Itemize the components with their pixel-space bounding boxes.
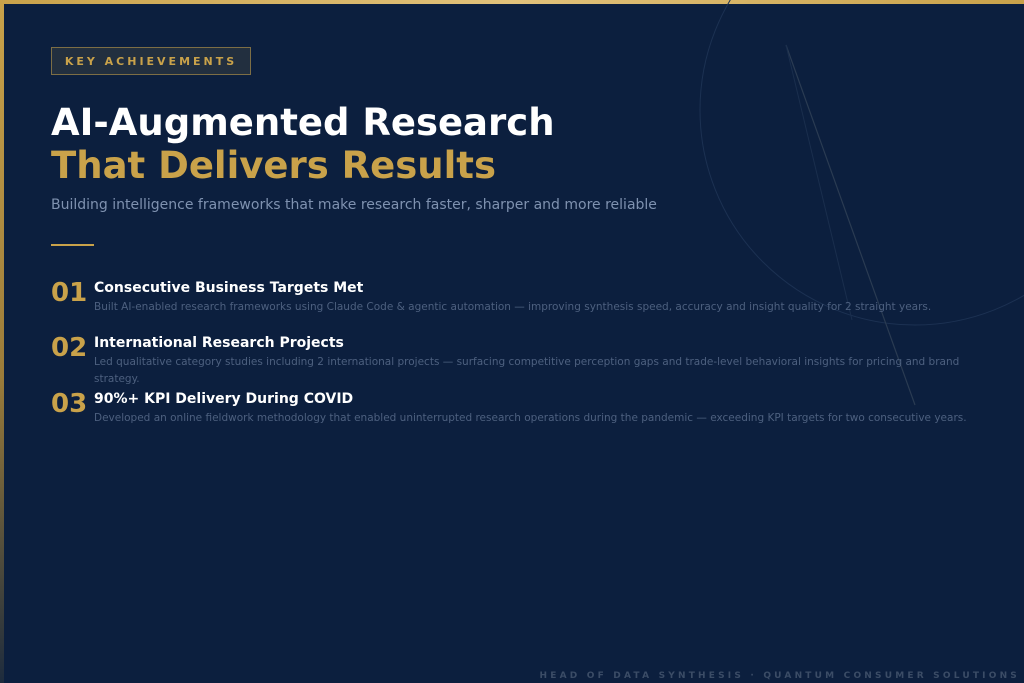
page-title-line-2: That Delivers Results <box>51 144 496 187</box>
achievement-title: International Research Projects <box>94 335 344 351</box>
page-title-line-1: AI-Augmented Research <box>51 101 555 144</box>
achievement-number: 01 <box>51 278 88 308</box>
gold-divider <box>51 244 94 246</box>
top-accent-bar <box>0 0 1024 4</box>
achievement-title: Consecutive Business Targets Met <box>94 280 364 296</box>
achievement-number: 02 <box>51 333 88 363</box>
achievement-title: 90%+ KPI Delivery During COVID <box>94 391 354 407</box>
achievement-description: Led qualitative category studies includi… <box>94 356 960 385</box>
achievement-number: 03 <box>51 389 88 419</box>
footer-caption: HEAD OF DATA SYNTHESIS · QUANTUM CONSUME… <box>539 671 1020 681</box>
achievement-description: Developed an online fieldwork methodolog… <box>94 412 967 424</box>
achievement-description: Built AI-enabled research frameworks usi… <box>94 301 932 313</box>
section-badge: KEY ACHIEVEMENTS <box>51 47 251 75</box>
left-accent-bar <box>0 0 4 683</box>
page-subtitle: Building intelligence frameworks that ma… <box>51 197 657 213</box>
slide: KEY ACHIEVEMENTS AI-Augmented Research T… <box>0 0 1024 683</box>
